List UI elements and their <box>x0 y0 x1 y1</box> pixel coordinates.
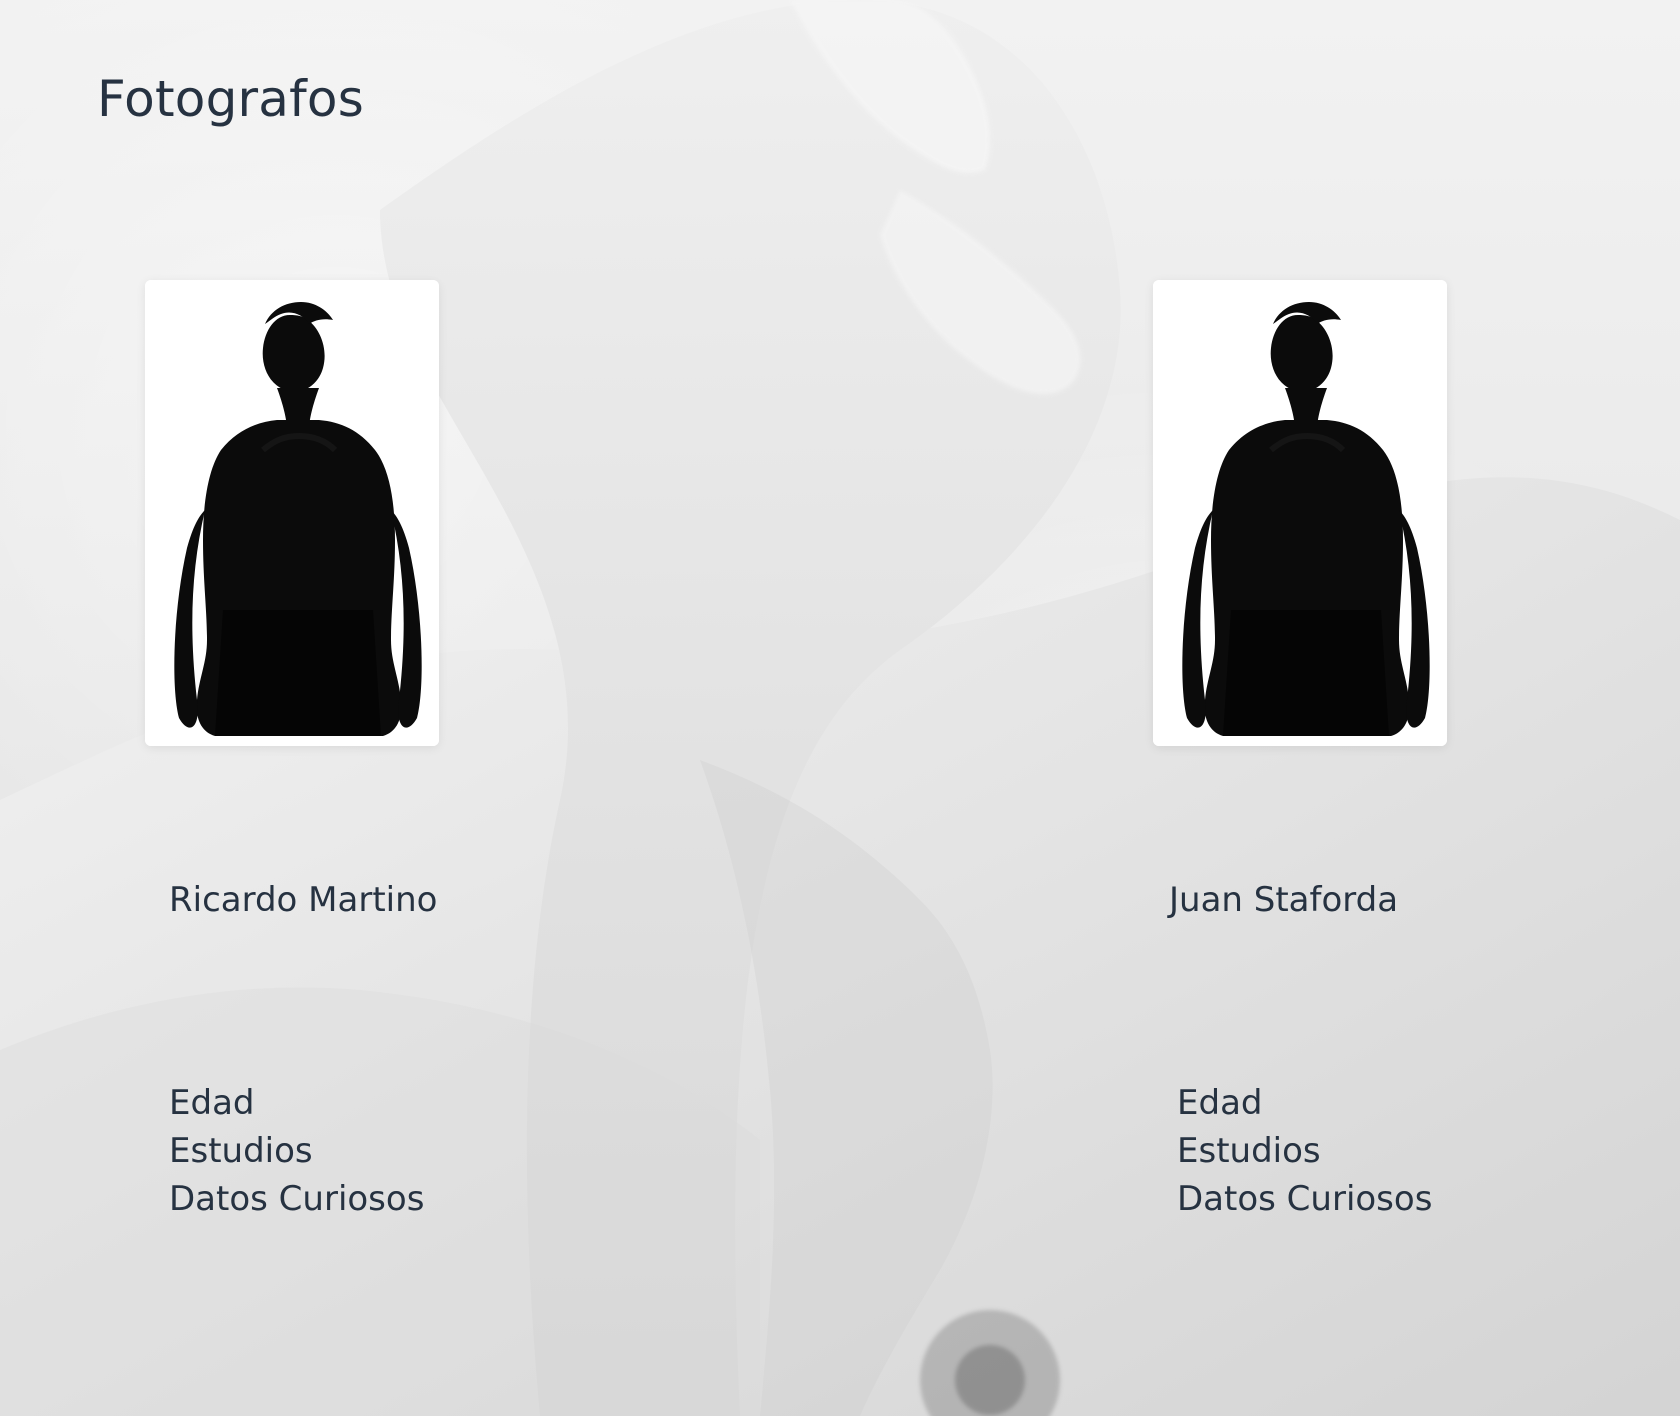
detail-datos-curiosos: Datos Curiosos <box>1177 1179 1433 1219</box>
photographer-photo-card[interactable] <box>145 280 439 746</box>
page-title: Fotografos <box>97 70 364 128</box>
photographer-name: Ricardo Martino <box>169 880 438 920</box>
silhouette-portrait-icon <box>145 280 439 746</box>
silhouette-portrait-icon <box>1153 280 1447 746</box>
photographer-details: Edad Estudios Datos Curiosos <box>169 1079 424 1223</box>
photographer-details: Edad Estudios Datos Curiosos <box>1177 1079 1432 1223</box>
photographer-photo-card[interactable] <box>1153 280 1447 746</box>
detail-estudios: Estudios <box>169 1131 313 1171</box>
detail-estudios: Estudios <box>1177 1131 1321 1171</box>
detail-datos-curiosos: Datos Curiosos <box>169 1179 425 1219</box>
photographer-name: Juan Staforda <box>1169 880 1399 920</box>
detail-edad: Edad <box>169 1083 255 1123</box>
detail-edad: Edad <box>1177 1083 1263 1123</box>
